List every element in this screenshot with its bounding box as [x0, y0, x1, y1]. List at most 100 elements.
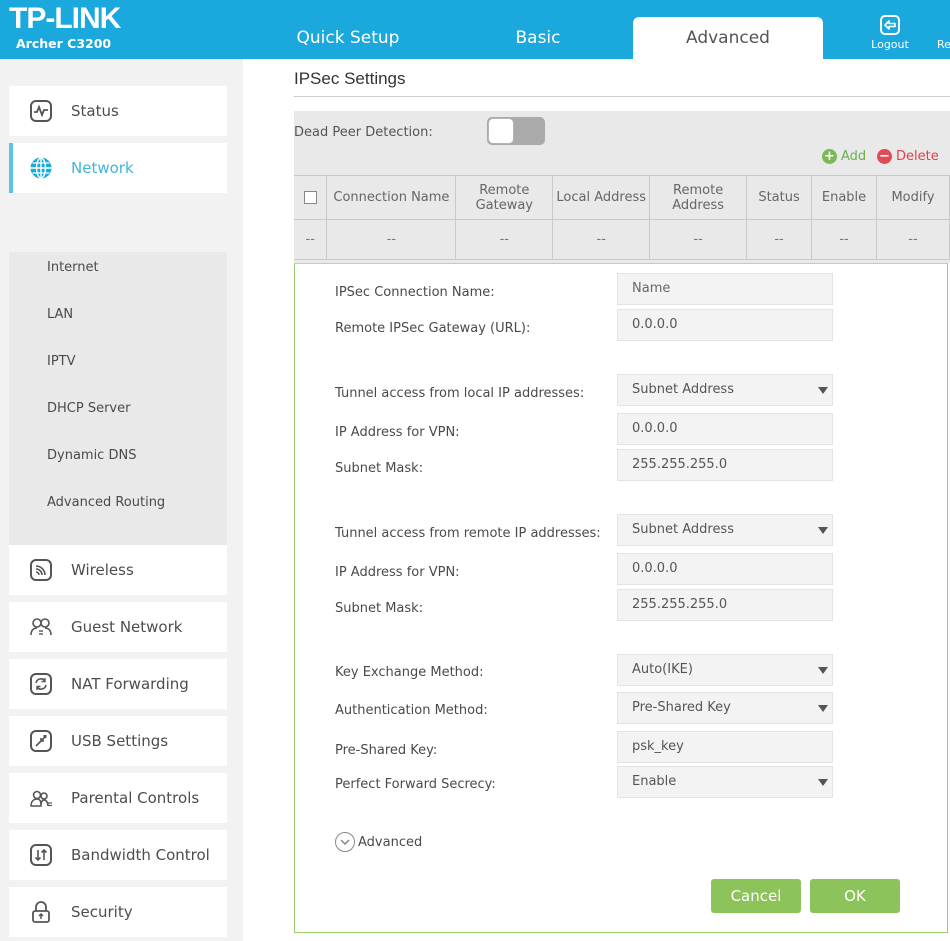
- delete-label: Delete: [896, 149, 939, 164]
- local-access-select[interactable]: Subnet Address: [617, 374, 833, 406]
- table-cell: --: [746, 219, 813, 260]
- sidebar-item-network[interactable]: Network: [9, 143, 227, 193]
- ok-button[interactable]: OK: [810, 879, 900, 913]
- guest-network-icon: [30, 618, 52, 636]
- auth-method-select[interactable]: Pre-Shared Key: [617, 692, 833, 724]
- plus-icon: +: [822, 149, 837, 164]
- sidebar-item-label: Status: [71, 102, 119, 120]
- col-status: Status: [746, 175, 813, 220]
- tab-basic[interactable]: Basic: [443, 17, 633, 59]
- add-button[interactable]: + Add: [822, 149, 866, 164]
- subnav-item-lan[interactable]: LAN: [9, 295, 227, 335]
- ipsec-connection-form: IPSec Connection Name: Name Remote IPSec…: [294, 263, 948, 933]
- subnav-item-advanced-routing[interactable]: Advanced Routing: [9, 483, 227, 523]
- main-content: IPSec Settings Dead Peer Detection: + Ad…: [243, 59, 950, 941]
- local-access-label: Tunnel access from local IP addresses:: [335, 386, 585, 401]
- key-exchange-select[interactable]: Auto(IKE): [617, 654, 833, 686]
- sidebar-item-label: Bandwidth Control: [71, 846, 210, 864]
- pfs-label: Perfect Forward Secrecy:: [335, 777, 496, 792]
- dropdown-arrow-icon: [818, 705, 828, 712]
- remote-access-label: Tunnel access from remote IP addresses:: [335, 526, 601, 541]
- col-label-line: Remote: [479, 182, 530, 198]
- table-cell: --: [455, 219, 554, 260]
- remote-access-value: Subnet Address: [632, 522, 734, 537]
- wireless-icon: [30, 559, 52, 581]
- toggle-knob: [488, 118, 514, 144]
- pfs-select[interactable]: Enable: [617, 766, 833, 798]
- reboot-icon: [941, 14, 950, 36]
- add-label: Add: [841, 149, 867, 164]
- sidebar-item-nat-forwarding[interactable]: NAT Forwarding: [9, 659, 227, 709]
- sidebar-item-security[interactable]: Security: [9, 887, 227, 937]
- table-header-row: Connection Name Remote Gateway Local Addr…: [294, 175, 950, 220]
- sidebar-item-parental-controls[interactable]: Parental Controls: [9, 773, 227, 823]
- dead-peer-detection-label: Dead Peer Detection:: [294, 125, 433, 140]
- pfs-value: Enable: [632, 774, 677, 789]
- tab-advanced[interactable]: Advanced: [633, 17, 823, 59]
- auth-method-value: Pre-Shared Key: [632, 700, 731, 715]
- logout-label: Logout: [871, 38, 909, 51]
- delete-button[interactable]: − Delete: [877, 149, 939, 164]
- lock-icon: [32, 901, 50, 923]
- remote-mask-input[interactable]: 255.255.255.0: [617, 589, 833, 621]
- local-ip-input[interactable]: 0.0.0.0: [617, 413, 833, 445]
- local-mask-input[interactable]: 255.255.255.0: [617, 449, 833, 481]
- logout-button[interactable]: Logout: [868, 14, 912, 51]
- remote-mask-label: Subnet Mask:: [335, 601, 424, 616]
- usb-icon: [30, 730, 52, 752]
- connection-name-label: IPSec Connection Name:: [335, 285, 495, 300]
- select-all-checkbox[interactable]: [303, 191, 317, 204]
- table-cell: --: [875, 219, 950, 260]
- psk-input[interactable]: psk_key: [617, 731, 833, 763]
- dropdown-arrow-icon: [818, 667, 828, 674]
- sidebar-item-guest-network[interactable]: Guest Network: [9, 602, 227, 652]
- parental-controls-icon: [30, 790, 52, 807]
- sidebar: Status Network Internet LAN IPTV DHCP Se…: [0, 59, 243, 941]
- sidebar-item-usb-settings[interactable]: USB Settings: [9, 716, 227, 766]
- cancel-button[interactable]: Cancel: [711, 879, 801, 913]
- connection-name-input[interactable]: Name: [617, 273, 833, 305]
- key-exchange-value: Auto(IKE): [632, 662, 693, 677]
- table-cell: --: [552, 219, 651, 260]
- reboot-button[interactable]: Re: [937, 14, 950, 51]
- col-label-line: Address: [672, 197, 725, 213]
- sidebar-item-bandwidth-control[interactable]: Bandwidth Control: [9, 830, 227, 880]
- sidebar-item-wireless[interactable]: Wireless: [9, 545, 227, 595]
- subnav-item-internet[interactable]: Internet: [9, 248, 227, 288]
- connections-panel: Dead Peer Detection: + Add − Delete Conn…: [294, 111, 950, 263]
- sidebar-item-status[interactable]: Status: [9, 86, 227, 136]
- brand-logo: TP-LINK Archer C3200: [9, 2, 121, 52]
- tab-quick-setup[interactable]: Quick Setup: [253, 17, 443, 59]
- sidebar-item-label: Guest Network: [71, 618, 183, 636]
- logout-icon: [880, 15, 900, 35]
- dropdown-arrow-icon: [818, 779, 828, 786]
- col-label-line: Gateway: [475, 197, 534, 213]
- table-cell: --: [649, 219, 748, 260]
- subnav-item-dhcp-server[interactable]: DHCP Server: [9, 389, 227, 429]
- connections-table: Connection Name Remote Gateway Local Addr…: [294, 175, 950, 260]
- model-name: Archer C3200: [16, 36, 112, 51]
- remote-gateway-input[interactable]: 0.0.0.0: [617, 309, 833, 341]
- sidebar-item-label: Network: [71, 159, 134, 177]
- col-local-address: Local Address: [552, 175, 651, 220]
- table-cell: --: [811, 219, 877, 260]
- advanced-expand-toggle[interactable]: Advanced: [335, 832, 422, 852]
- sidebar-item-label: NAT Forwarding: [71, 675, 189, 693]
- auth-method-label: Authentication Method:: [335, 703, 488, 718]
- select-all-header: [294, 175, 328, 220]
- title-divider: [294, 96, 950, 97]
- dead-peer-detection-toggle[interactable]: [487, 117, 545, 145]
- top-header: TP-LINK Archer C3200 Quick Setup Basic A…: [0, 0, 950, 59]
- brand-name: TP-LINK: [9, 2, 121, 35]
- remote-access-select[interactable]: Subnet Address: [617, 514, 833, 546]
- network-subnav: Internet LAN IPTV DHCP Server Dynamic DN…: [9, 252, 227, 590]
- dropdown-arrow-icon: [818, 387, 828, 394]
- subnav-item-iptv[interactable]: IPTV: [9, 342, 227, 382]
- nat-forwarding-icon: [30, 673, 52, 695]
- remote-ip-input[interactable]: 0.0.0.0: [617, 553, 833, 585]
- sidebar-item-label: USB Settings: [71, 732, 169, 750]
- subnav-item-dynamic-dns[interactable]: Dynamic DNS: [9, 436, 227, 476]
- sidebar-item-label: Security: [71, 903, 133, 921]
- remote-gateway-label: Remote IPSec Gateway (URL):: [335, 321, 531, 336]
- sidebar-item-label: Parental Controls: [71, 789, 200, 807]
